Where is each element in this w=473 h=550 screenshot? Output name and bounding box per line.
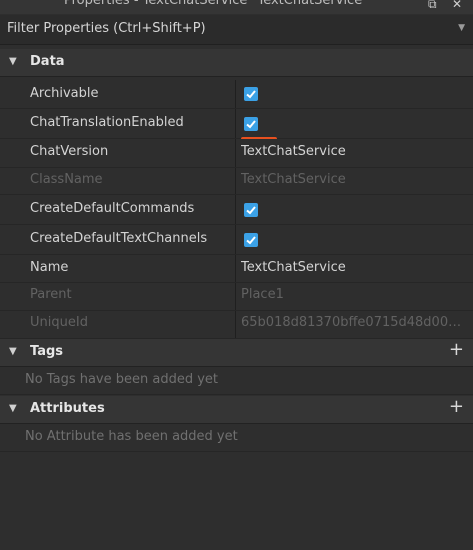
filter-placeholder: Filter Properties (Ctrl+Shift+P) bbox=[7, 21, 206, 36]
empty-panel-area bbox=[0, 452, 473, 550]
property-row-name[interactable]: Name TextChatService bbox=[0, 255, 473, 283]
window-titlebar: Properties - TextChatService "TextChatSe… bbox=[0, 0, 473, 14]
collapse-arrow-icon[interactable]: ▼ bbox=[9, 56, 17, 67]
createdefaultcommands-checkbox[interactable] bbox=[244, 203, 258, 217]
tags-empty-message: No Tags have been added yet bbox=[25, 372, 219, 387]
section-tags-header[interactable]: ▼ Tags + bbox=[0, 339, 473, 367]
filter-dropdown-icon[interactable]: ▼ bbox=[458, 23, 465, 33]
attributes-empty-message: No Attribute has been added yet bbox=[25, 429, 238, 444]
property-value: TextChatService bbox=[241, 172, 346, 187]
property-row-createdefaulttextchannels[interactable]: CreateDefaultTextChannels bbox=[0, 225, 473, 255]
add-tag-icon[interactable]: + bbox=[449, 339, 464, 361]
property-row-classname: ClassName TextChatService bbox=[0, 168, 473, 195]
collapse-arrow-icon[interactable]: ▼ bbox=[9, 346, 17, 357]
archivable-checkbox[interactable] bbox=[244, 87, 258, 101]
attributes-empty-row: No Attribute has been added yet bbox=[0, 424, 473, 452]
property-name: ChatTranslationEnabled bbox=[30, 115, 184, 130]
property-name: UniqueId bbox=[30, 315, 88, 330]
section-title: Attributes bbox=[30, 401, 105, 416]
popout-icon[interactable]: ⧉ bbox=[428, 0, 437, 12]
property-name: ChatVersion bbox=[30, 144, 109, 159]
filter-properties-input[interactable]: Filter Properties (Ctrl+Shift+P) ▼ bbox=[0, 15, 473, 45]
property-value[interactable]: TextChatService bbox=[241, 260, 465, 275]
property-row-chatversion[interactable]: ChatVersion TextChatService bbox=[0, 139, 473, 168]
add-attribute-icon[interactable]: + bbox=[449, 396, 464, 418]
section-attributes-header[interactable]: ▼ Attributes + bbox=[0, 396, 473, 424]
property-row-archivable[interactable]: Archivable bbox=[0, 80, 473, 109]
section-data-header[interactable]: ▼ Data bbox=[0, 49, 473, 77]
property-value: Place1 bbox=[241, 287, 284, 302]
property-name: Archivable bbox=[30, 86, 99, 101]
property-row-parent: Parent Place1 bbox=[0, 283, 473, 311]
property-name: Parent bbox=[30, 287, 72, 302]
property-name: Name bbox=[30, 260, 69, 275]
section-title: Data bbox=[30, 54, 65, 69]
property-row-uniqueid: UniqueId 65b018d81370bffe0715d48d0000... bbox=[0, 311, 473, 339]
property-name: CreateDefaultCommands bbox=[30, 201, 195, 216]
section-title: Tags bbox=[30, 344, 64, 359]
createdefaulttextchannels-checkbox[interactable] bbox=[244, 233, 258, 247]
property-value[interactable]: TextChatService bbox=[241, 144, 465, 159]
collapse-arrow-icon[interactable]: ▼ bbox=[9, 403, 17, 414]
property-row-chattranslationenabled[interactable]: ChatTranslationEnabled bbox=[0, 109, 473, 139]
tags-empty-row: No Tags have been added yet bbox=[0, 367, 473, 395]
property-value: 65b018d81370bffe0715d48d0000... bbox=[241, 315, 465, 330]
chattranslationenabled-checkbox[interactable] bbox=[244, 117, 258, 131]
property-name: ClassName bbox=[30, 172, 103, 187]
property-name: CreateDefaultTextChannels bbox=[30, 231, 208, 246]
close-icon[interactable]: ✕ bbox=[452, 0, 462, 11]
property-row-createdefaultcommands[interactable]: CreateDefaultCommands bbox=[0, 195, 473, 225]
window-title: Properties - TextChatService "TextChatSe… bbox=[64, 0, 369, 8]
